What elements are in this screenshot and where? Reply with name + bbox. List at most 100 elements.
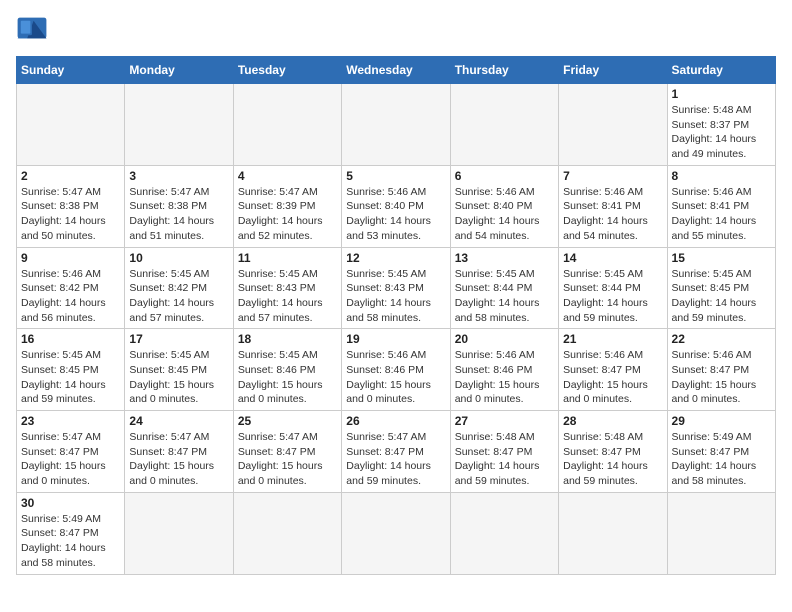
day-info: Sunrise: 5:47 AMSunset: 8:47 PMDaylight:… bbox=[21, 430, 120, 489]
day-number: 19 bbox=[346, 332, 445, 346]
calendar-week-row: 2 Sunrise: 5:47 AMSunset: 8:38 PMDaylight… bbox=[17, 165, 776, 247]
day-number: 7 bbox=[563, 169, 662, 183]
weekday-header-saturday: Saturday bbox=[667, 57, 775, 84]
day-number: 20 bbox=[455, 332, 554, 346]
day-number: 4 bbox=[238, 169, 337, 183]
day-info: Sunrise: 5:45 AMSunset: 8:43 PMDaylight:… bbox=[238, 267, 337, 326]
calendar-week-row: 30Sunrise: 5:49 AMSunset: 8:47 PMDayligh… bbox=[17, 492, 776, 574]
weekday-header-wednesday: Wednesday bbox=[342, 57, 450, 84]
day-number: 25 bbox=[238, 414, 337, 428]
calendar-week-row: 9 Sunrise: 5:46 AMSunset: 8:42 PMDaylight… bbox=[17, 247, 776, 329]
calendar-cell bbox=[125, 84, 233, 166]
calendar-cell bbox=[667, 492, 775, 574]
calendar-cell bbox=[233, 84, 341, 166]
day-info: Sunrise: 5:45 AMSunset: 8:42 PMDaylight:… bbox=[129, 267, 228, 326]
day-number: 22 bbox=[672, 332, 771, 346]
calendar-header-row: SundayMondayTuesdayWednesdayThursdayFrid… bbox=[17, 57, 776, 84]
calendar-cell: 17 Sunrise: 5:45 AMSunset: 8:45 PMDayligh… bbox=[125, 329, 233, 411]
calendar-cell bbox=[559, 492, 667, 574]
calendar-cell: 11 Sunrise: 5:45 AMSunset: 8:43 PMDayligh… bbox=[233, 247, 341, 329]
day-info: Sunrise: 5:47 AMSunset: 8:47 PMDaylight:… bbox=[346, 430, 445, 489]
day-info: Sunrise: 5:49 AMSunset: 8:47 PMDaylight:… bbox=[672, 430, 771, 489]
day-number: 11 bbox=[238, 251, 337, 265]
calendar-cell: 30Sunrise: 5:49 AMSunset: 8:47 PMDayligh… bbox=[17, 492, 125, 574]
calendar-table: SundayMondayTuesdayWednesdayThursdayFrid… bbox=[16, 56, 776, 575]
day-info: Sunrise: 5:45 AMSunset: 8:44 PMDaylight:… bbox=[455, 267, 554, 326]
calendar-cell: 15 Sunrise: 5:45 AMSunset: 8:45 PMDayligh… bbox=[667, 247, 775, 329]
day-number: 9 bbox=[21, 251, 120, 265]
calendar-cell: 24 Sunrise: 5:47 AMSunset: 8:47 PMDayligh… bbox=[125, 411, 233, 493]
calendar-cell: 29 Sunrise: 5:49 AMSunset: 8:47 PMDayligh… bbox=[667, 411, 775, 493]
calendar-cell: 20 Sunrise: 5:46 AMSunset: 8:46 PMDayligh… bbox=[450, 329, 558, 411]
day-number: 15 bbox=[672, 251, 771, 265]
calendar-cell: 18Sunrise: 5:45 AMSunset: 8:46 PMDayligh… bbox=[233, 329, 341, 411]
day-info: Sunrise: 5:45 AMSunset: 8:43 PMDaylight:… bbox=[346, 267, 445, 326]
calendar-cell: 6Sunrise: 5:46 AMSunset: 8:40 PMDaylight… bbox=[450, 165, 558, 247]
weekday-header-tuesday: Tuesday bbox=[233, 57, 341, 84]
calendar-cell: 1 Sunrise: 5:48 AMSunset: 8:37 PMDaylight… bbox=[667, 84, 775, 166]
day-number: 17 bbox=[129, 332, 228, 346]
calendar-cell bbox=[125, 492, 233, 574]
day-info: Sunrise: 5:47 AMSunset: 8:47 PMDaylight:… bbox=[129, 430, 228, 489]
day-number: 28 bbox=[563, 414, 662, 428]
day-number: 26 bbox=[346, 414, 445, 428]
day-number: 10 bbox=[129, 251, 228, 265]
day-info: Sunrise: 5:47 AMSunset: 8:38 PMDaylight:… bbox=[129, 185, 228, 244]
calendar-cell: 16 Sunrise: 5:45 AMSunset: 8:45 PMDayligh… bbox=[17, 329, 125, 411]
weekday-header-sunday: Sunday bbox=[17, 57, 125, 84]
calendar-cell: 22 Sunrise: 5:46 AMSunset: 8:47 PMDayligh… bbox=[667, 329, 775, 411]
day-info: Sunrise: 5:45 AMSunset: 8:45 PMDaylight:… bbox=[129, 348, 228, 407]
weekday-header-friday: Friday bbox=[559, 57, 667, 84]
day-number: 29 bbox=[672, 414, 771, 428]
calendar-cell bbox=[559, 84, 667, 166]
day-info: Sunrise: 5:46 AMSunset: 8:46 PMDaylight:… bbox=[346, 348, 445, 407]
calendar-cell: 2 Sunrise: 5:47 AMSunset: 8:38 PMDaylight… bbox=[17, 165, 125, 247]
day-info: Sunrise: 5:46 AMSunset: 8:41 PMDaylight:… bbox=[672, 185, 771, 244]
day-info: Sunrise: 5:45 AMSunset: 8:45 PMDaylight:… bbox=[21, 348, 120, 407]
day-info: Sunrise: 5:48 AMSunset: 8:47 PMDaylight:… bbox=[563, 430, 662, 489]
calendar-cell: 5Sunrise: 5:46 AMSunset: 8:40 PMDaylight… bbox=[342, 165, 450, 247]
day-number: 3 bbox=[129, 169, 228, 183]
calendar-cell: 12Sunrise: 5:45 AMSunset: 8:43 PMDayligh… bbox=[342, 247, 450, 329]
calendar-cell: 8 Sunrise: 5:46 AMSunset: 8:41 PMDaylight… bbox=[667, 165, 775, 247]
day-number: 16 bbox=[21, 332, 120, 346]
day-info: Sunrise: 5:48 AMSunset: 8:37 PMDaylight:… bbox=[672, 103, 771, 162]
day-number: 21 bbox=[563, 332, 662, 346]
weekday-header-monday: Monday bbox=[125, 57, 233, 84]
day-info: Sunrise: 5:46 AMSunset: 8:42 PMDaylight:… bbox=[21, 267, 120, 326]
weekday-header-thursday: Thursday bbox=[450, 57, 558, 84]
calendar-cell: 4Sunrise: 5:47 AMSunset: 8:39 PMDaylight… bbox=[233, 165, 341, 247]
calendar-cell: 25 Sunrise: 5:47 AMSunset: 8:47 PMDayligh… bbox=[233, 411, 341, 493]
calendar-cell bbox=[450, 492, 558, 574]
day-info: Sunrise: 5:46 AMSunset: 8:46 PMDaylight:… bbox=[455, 348, 554, 407]
calendar-cell bbox=[233, 492, 341, 574]
day-number: 2 bbox=[21, 169, 120, 183]
day-info: Sunrise: 5:46 AMSunset: 8:41 PMDaylight:… bbox=[563, 185, 662, 244]
calendar-cell: 26 Sunrise: 5:47 AMSunset: 8:47 PMDayligh… bbox=[342, 411, 450, 493]
day-number: 23 bbox=[21, 414, 120, 428]
logo-icon bbox=[16, 16, 48, 44]
page-header bbox=[16, 16, 776, 44]
day-info: Sunrise: 5:45 AMSunset: 8:44 PMDaylight:… bbox=[563, 267, 662, 326]
day-info: Sunrise: 5:47 AMSunset: 8:38 PMDaylight:… bbox=[21, 185, 120, 244]
day-number: 13 bbox=[455, 251, 554, 265]
day-number: 18 bbox=[238, 332, 337, 346]
day-info: Sunrise: 5:46 AMSunset: 8:47 PMDaylight:… bbox=[672, 348, 771, 407]
calendar-cell bbox=[342, 492, 450, 574]
day-info: Sunrise: 5:46 AMSunset: 8:40 PMDaylight:… bbox=[455, 185, 554, 244]
calendar-cell: 10 Sunrise: 5:45 AMSunset: 8:42 PMDayligh… bbox=[125, 247, 233, 329]
day-info: Sunrise: 5:45 AMSunset: 8:45 PMDaylight:… bbox=[672, 267, 771, 326]
logo bbox=[16, 16, 52, 44]
calendar-cell bbox=[17, 84, 125, 166]
calendar-cell: 28 Sunrise: 5:48 AMSunset: 8:47 PMDayligh… bbox=[559, 411, 667, 493]
calendar-cell: 23 Sunrise: 5:47 AMSunset: 8:47 PMDayligh… bbox=[17, 411, 125, 493]
day-info: Sunrise: 5:46 AMSunset: 8:47 PMDaylight:… bbox=[563, 348, 662, 407]
day-info: Sunrise: 5:47 AMSunset: 8:47 PMDaylight:… bbox=[238, 430, 337, 489]
calendar-cell: 19 Sunrise: 5:46 AMSunset: 8:46 PMDayligh… bbox=[342, 329, 450, 411]
day-number: 1 bbox=[672, 87, 771, 101]
calendar-cell: 7 Sunrise: 5:46 AMSunset: 8:41 PMDaylight… bbox=[559, 165, 667, 247]
day-number: 24 bbox=[129, 414, 228, 428]
day-number: 30 bbox=[21, 496, 120, 510]
day-number: 14 bbox=[563, 251, 662, 265]
day-number: 8 bbox=[672, 169, 771, 183]
